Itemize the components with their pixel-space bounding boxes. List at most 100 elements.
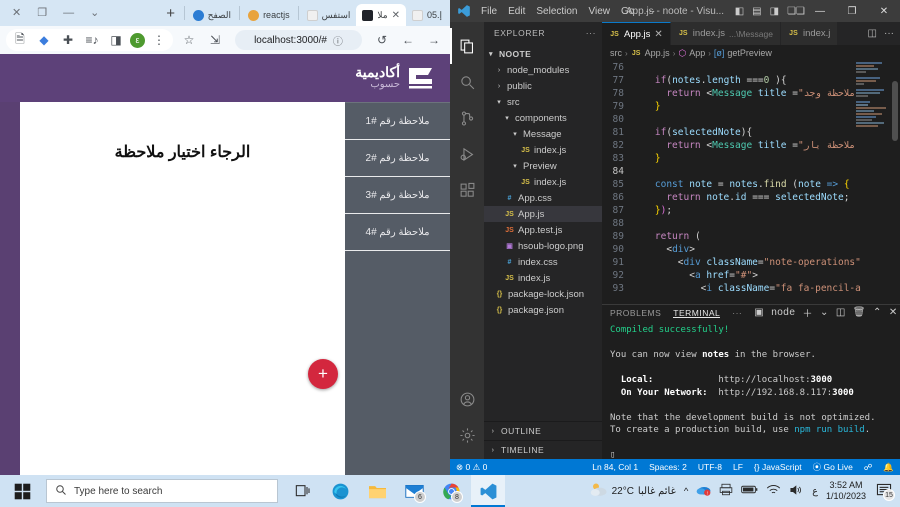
- browser-close-button[interactable]: ✕: [12, 7, 21, 19]
- menu-go[interactable]: Go: [620, 6, 635, 17]
- tree-item-Message[interactable]: ▾ Message: [484, 126, 602, 142]
- search-icon[interactable]: [450, 64, 484, 100]
- editor-scrollbar[interactable]: [890, 61, 900, 304]
- tree-item-app-js[interactable]: JS App.js: [484, 206, 602, 222]
- feedback-icon[interactable]: ☍: [864, 462, 873, 473]
- reload-icon[interactable]: ↺: [372, 30, 392, 50]
- wifi-icon[interactable]: [766, 484, 781, 499]
- status-indentation[interactable]: Spaces: 2: [649, 462, 687, 472]
- split-terminal-icon[interactable]: ◫: [836, 307, 846, 318]
- tab-app-js[interactable]: JS App.js ✕: [602, 22, 671, 45]
- extensions-icon[interactable]: [450, 172, 484, 208]
- code-editor[interactable]: 76 77 if(notes.length ===0 ){ 78 return …: [602, 61, 900, 304]
- playlist-icon[interactable]: ≡♪: [82, 30, 102, 50]
- chevron-up-icon[interactable]: ⌃: [873, 307, 882, 318]
- add-note-button[interactable]: +: [308, 359, 338, 389]
- terminal-output[interactable]: Compiled successfully! You can now view …: [602, 320, 900, 466]
- onedrive-icon[interactable]: !: [696, 483, 711, 499]
- dropdown-icon[interactable]: ⌄: [820, 307, 829, 318]
- tree-item-index-css[interactable]: # index.css: [484, 254, 602, 270]
- tree-item-hsoub-logo[interactable]: ▣ hsoub-logo.png: [484, 238, 602, 254]
- back-icon[interactable]: ←: [398, 30, 418, 50]
- menu-selection[interactable]: Selection: [535, 6, 578, 17]
- tree-item-Preview[interactable]: ▾ Preview: [484, 158, 602, 174]
- search-input[interactable]: Type here to search: [46, 479, 278, 503]
- close-button[interactable]: ✕: [868, 0, 900, 22]
- browser-tab[interactable]: الصفح: [187, 4, 237, 26]
- minimize-button[interactable]: —: [804, 0, 836, 22]
- volume-icon[interactable]: [789, 484, 804, 499]
- tree-item-src[interactable]: ▾ src: [484, 94, 602, 110]
- split-screen-icon[interactable]: ◆: [34, 30, 54, 50]
- chrome-icon[interactable]: 8: [434, 475, 468, 507]
- status-encoding[interactable]: UTF-8: [698, 462, 722, 472]
- tray-expand-icon[interactable]: ^: [684, 486, 688, 497]
- printer-icon[interactable]: [719, 483, 733, 499]
- tree-item-app-test-js[interactable]: JS App.test.js: [484, 222, 602, 238]
- minimap[interactable]: [854, 61, 888, 304]
- more-actions-icon[interactable]: ···: [586, 28, 596, 38]
- battery-icon[interactable]: [741, 484, 758, 498]
- collections-icon[interactable]: ⇲: [205, 30, 225, 50]
- status-errors[interactable]: ⊗ 0 ⚠ 0: [456, 462, 487, 473]
- status-language[interactable]: {} JavaScript: [754, 462, 802, 472]
- panel-right-icon[interactable]: ◨: [770, 6, 779, 17]
- tab-index-js[interactable]: JS index.j: [780, 22, 839, 45]
- panel-left-icon[interactable]: ◧: [735, 6, 744, 17]
- breadcrumb-symbol-app[interactable]: App: [689, 48, 705, 58]
- bell-icon[interactable]: 🔔: [883, 462, 894, 473]
- favorite-icon[interactable]: ☆: [179, 30, 199, 50]
- layout-grid-icon[interactable]: ❏❏: [787, 6, 805, 17]
- start-icon[interactable]: [2, 475, 42, 507]
- read-aloud-icon[interactable]: 🗎: [10, 30, 30, 50]
- list-item[interactable]: ملاحظة رقم #4: [345, 214, 450, 251]
- tree-item-index-js[interactable]: JS index.js: [484, 270, 602, 286]
- tree-item-app-css[interactable]: # App.css: [484, 190, 602, 206]
- sidebar-icon[interactable]: ◨: [106, 30, 126, 50]
- menu-more[interactable]: ···: [644, 6, 656, 17]
- address-bar[interactable]: localhost:3000/# ⓘ: [235, 30, 362, 50]
- split-editor-icon[interactable]: ◫: [868, 28, 877, 39]
- breadcrumb-file[interactable]: App.js: [645, 48, 670, 58]
- menu-file[interactable]: File: [480, 6, 498, 17]
- tree-item-components[interactable]: ▾ components: [484, 110, 602, 126]
- close-icon[interactable]: ✕: [889, 307, 898, 318]
- close-icon[interactable]: ✕: [392, 10, 400, 21]
- list-item[interactable]: ملاحظة رقم #2: [345, 140, 450, 177]
- tree-item-package-lock[interactable]: {} package-lock.json: [484, 286, 602, 302]
- mail-icon[interactable]: 6: [397, 475, 431, 507]
- browser-tab[interactable]: إ.05: [406, 4, 448, 26]
- tab-message-index-js[interactable]: JS index.js ...\Message: [670, 22, 781, 45]
- settings-gear-icon[interactable]: [450, 417, 484, 453]
- tree-root[interactable]: ▾ NOOTE: [484, 46, 602, 62]
- tab-problems[interactable]: PROBLEMS: [610, 308, 661, 318]
- tree-item-public[interactable]: › public: [484, 78, 602, 94]
- menu-edit[interactable]: Edit: [507, 6, 526, 17]
- timeline-section[interactable]: › TIMELINE: [484, 440, 602, 459]
- language-indicator[interactable]: ع: [812, 486, 818, 497]
- panel-bottom-icon[interactable]: ▤: [752, 6, 761, 17]
- browser-tab-menu-button[interactable]: ⌄: [90, 7, 99, 19]
- run-debug-icon[interactable]: [450, 136, 484, 172]
- tree-item-node_modules[interactable]: › node_modules: [484, 62, 602, 78]
- file-explorer-icon[interactable]: [360, 475, 394, 507]
- profile-pill[interactable]: ⋮ ε ◨ ≡♪ ✚ ◆ 🗎: [6, 29, 173, 51]
- new-tab-button[interactable]: +: [160, 2, 182, 24]
- more-actions-icon[interactable]: ···: [884, 28, 894, 39]
- avatar[interactable]: ε: [130, 32, 145, 48]
- tree-item-package-json[interactable]: {} package.json: [484, 302, 602, 318]
- new-terminal-icon[interactable]: ＋: [802, 305, 813, 320]
- status-eol[interactable]: LF: [733, 462, 743, 472]
- more-icon[interactable]: ⋮: [149, 30, 169, 50]
- tab-terminal[interactable]: TERMINAL: [673, 308, 720, 318]
- info-icon[interactable]: ⓘ: [333, 33, 343, 48]
- explorer-icon[interactable]: [450, 28, 484, 64]
- forward-icon[interactable]: →: [424, 30, 444, 50]
- edge-icon[interactable]: [323, 475, 357, 507]
- more-actions-icon[interactable]: ···: [732, 308, 742, 318]
- list-item[interactable]: ملاحظة رقم #1: [345, 103, 450, 140]
- close-icon[interactable]: ✕: [654, 29, 662, 40]
- browser-minimize-button[interactable]: —: [63, 7, 74, 19]
- task-view-icon[interactable]: [286, 475, 320, 507]
- status-cursor-position[interactable]: Ln 84, Col 1: [592, 462, 638, 472]
